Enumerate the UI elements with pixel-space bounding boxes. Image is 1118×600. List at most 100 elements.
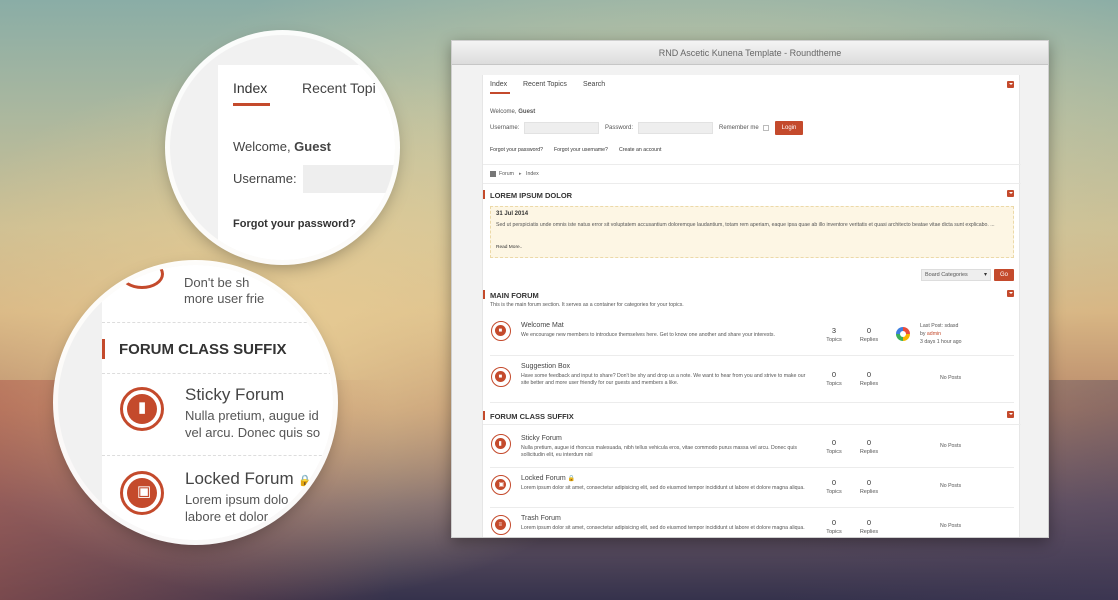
magnified-forgot-link: Forgot your password? xyxy=(233,218,356,230)
magnifier-forums: Don't be sh more user frie FORUM CLASS S… xyxy=(58,265,333,540)
magnified-welcome: Welcome, Guest xyxy=(233,139,332,154)
read-more-link[interactable]: Read More.. xyxy=(496,245,522,250)
last-post-title[interactable]: Last Post: sdasd xyxy=(920,323,958,329)
topics-count: 0 xyxy=(831,518,837,527)
magnifier-login: Index Recent Topi Welcome, Guest Usernam… xyxy=(170,35,395,260)
divider xyxy=(490,402,1014,403)
username-input[interactable] xyxy=(524,122,599,134)
announcement-date: 31 Jul 2014 xyxy=(496,211,529,217)
last-post-time: 3 days 1 hour ago xyxy=(920,339,962,345)
window-title: RND Ascetic Kunena Template - Roundtheme xyxy=(452,41,1048,65)
forum-description: Have some feedback and input to share? D… xyxy=(521,373,806,386)
magnified-username-label: Username: xyxy=(233,171,297,186)
forum-name[interactable]: Welcome Mat xyxy=(521,322,564,329)
magnified-desc-line: more user frie xyxy=(184,291,265,306)
announcement-title: LOREM IPSUM DOLOR xyxy=(490,191,573,200)
divider xyxy=(490,467,1014,468)
topics-count: 0 xyxy=(831,438,837,447)
remember-label: Remember me xyxy=(719,125,759,131)
small-lock-icon: 🔒 xyxy=(298,475,313,487)
replies-count: 0 xyxy=(866,478,872,487)
replies-label: Replies xyxy=(859,449,879,455)
replies-count: 0 xyxy=(866,518,872,527)
browser-window: RND Ascetic Kunena Template - Roundtheme… xyxy=(451,40,1049,538)
collapse-toggle-icon[interactable] xyxy=(1007,81,1014,88)
tab-search[interactable]: Search xyxy=(583,81,605,88)
divider xyxy=(483,424,1021,425)
forum-bubble-icon: ■ xyxy=(491,367,511,387)
forum-panel: Index Recent Topics Search Welcome, Gues… xyxy=(482,75,1021,537)
magnified-section-title: FORUM CLASS SUFFIX xyxy=(119,341,287,358)
topics-count: 0 xyxy=(831,478,837,487)
password-label: Password: xyxy=(605,125,634,131)
magnified-divider xyxy=(102,373,333,374)
topics-label: Topics xyxy=(826,449,842,455)
section-accent xyxy=(483,411,485,420)
tab-active-indicator xyxy=(490,92,510,94)
magnified-username-input xyxy=(303,165,395,193)
bookmark-icon: ▮ xyxy=(120,387,164,431)
bookmark-icon: ▮ xyxy=(491,434,511,454)
magnified-divider xyxy=(102,455,333,456)
forgot-password-link[interactable]: Forgot your password? xyxy=(490,147,543,153)
forum-description: Nulla pretium, augue id rhoncus malesuad… xyxy=(521,445,797,458)
no-posts-text: No Posts xyxy=(940,483,962,489)
announcement-box: 31 Jul 2014 Sed ut perspiciatis unde omn… xyxy=(490,206,1014,258)
forgot-username-link[interactable]: Forgot your username? xyxy=(554,147,608,153)
magnified-tab-recent: Recent Topi xyxy=(302,80,376,96)
topics-count: 0 xyxy=(831,370,837,379)
create-account-link[interactable]: Create an account xyxy=(619,147,661,153)
no-posts-text: No Posts xyxy=(940,443,962,449)
replies-count: 0 xyxy=(866,370,872,379)
forum-name[interactable]: Trash Forum xyxy=(521,515,561,522)
magnified-tab-index: Index xyxy=(233,80,268,96)
topics-label: Topics xyxy=(826,529,842,535)
forum-bubble-icon: ■ xyxy=(491,321,511,341)
forum-description: Lorem ipsum dolor sit amet, consectetur … xyxy=(521,485,805,491)
no-posts-text: No Posts xyxy=(940,375,962,381)
announcement-text: Sed ut perspiciatis unde omnis iste natu… xyxy=(496,222,995,228)
magnified-tab-underline xyxy=(233,103,270,106)
divider xyxy=(490,507,1014,508)
lock-icon: ▣ xyxy=(120,471,164,515)
magnified-sticky-name: Sticky Forum xyxy=(185,385,285,404)
breadcrumb-index[interactable]: Index xyxy=(526,171,539,177)
section-description: This is the main forum section. It serve… xyxy=(490,302,684,308)
breadcrumb-separator-icon: ▸ xyxy=(519,171,522,177)
replies-label: Replies xyxy=(859,489,879,495)
collapse-toggle-icon[interactable] xyxy=(1007,290,1014,297)
forum-name[interactable]: Locked Forum 🔒 xyxy=(521,475,575,482)
replies-label: Replies xyxy=(859,529,879,535)
password-input[interactable] xyxy=(638,122,713,134)
tab-index[interactable]: Index xyxy=(490,81,507,88)
magnified-desc-line: vel arcu. Donec quis so xyxy=(185,425,321,440)
forum-name[interactable]: Sticky Forum xyxy=(521,435,562,442)
section-accent xyxy=(483,190,485,199)
small-lock-icon: 🔒 xyxy=(567,476,576,482)
magnified-desc-line: Lorem ipsum dolo xyxy=(185,492,289,507)
section-title-main-forum: MAIN FORUM xyxy=(490,291,539,300)
last-post-author: by admin xyxy=(920,331,942,337)
replies-count: 0 xyxy=(866,438,872,447)
tab-recent-topics[interactable]: Recent Topics xyxy=(523,81,567,88)
remember-checkbox[interactable] xyxy=(763,125,769,131)
forum-name[interactable]: Suggestion Box xyxy=(521,363,570,370)
welcome-text: Welcome, Guest xyxy=(490,109,536,115)
section-title-forum-class-suffix: FORUM CLASS SUFFIX xyxy=(490,412,574,421)
category-select[interactable]: Board Categories xyxy=(921,269,991,281)
login-button[interactable]: Login xyxy=(775,121,803,135)
magnified-locked-name: Locked Forum 🔒 xyxy=(185,469,313,488)
username-label: Username: xyxy=(490,125,520,131)
replies-count: 0 xyxy=(866,326,872,335)
breadcrumb-forum[interactable]: Forum xyxy=(499,171,514,177)
go-button[interactable]: Go xyxy=(994,269,1014,281)
no-posts-text: No Posts xyxy=(940,523,962,529)
replies-label: Replies xyxy=(859,381,879,387)
avatar[interactable] xyxy=(896,327,910,341)
topics-label: Topics xyxy=(826,381,842,387)
collapse-toggle-icon[interactable] xyxy=(1007,190,1014,197)
section-accent xyxy=(483,290,485,299)
topics-label: Topics xyxy=(826,489,842,495)
forum-description: Lorem ipsum dolor sit amet, consectetur … xyxy=(521,525,805,531)
collapse-toggle-icon[interactable] xyxy=(1007,411,1014,418)
